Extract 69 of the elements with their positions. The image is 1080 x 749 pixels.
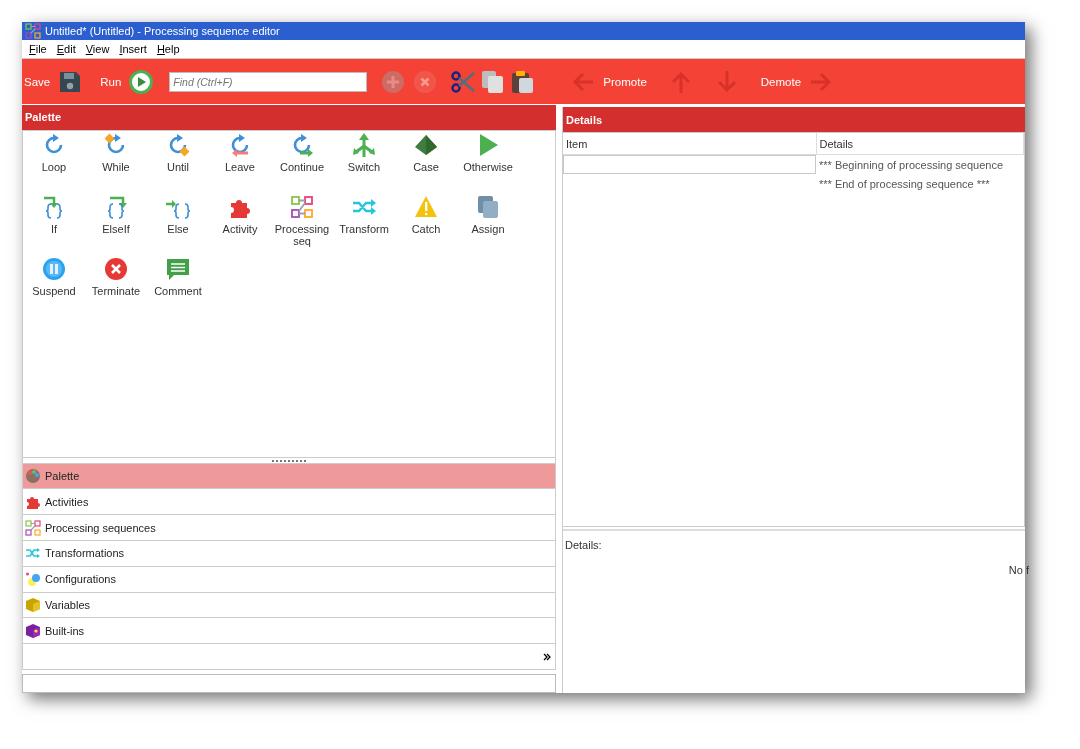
splitter-handle[interactable] [22,457,556,464]
menu-item[interactable]: View [80,43,115,55]
palette-item-label[interactable]: Activity [222,222,258,236]
scissors-icon [451,69,476,94]
play-circle-icon [129,69,154,94]
copy-icon [481,69,506,94]
find-field[interactable]: Find (Ctrl+F) [169,71,368,92]
palette-item-label[interactable]: Transform [339,222,389,236]
palette-item-label[interactable]: Case [413,160,439,174]
menu-item[interactable]: Help [151,43,185,55]
section-item[interactable]: Built-ins [22,618,556,645]
fork-arrows-icon [352,132,376,157]
double-chevron-icon [542,651,552,662]
scissors-button[interactable] [451,69,476,94]
pause-circle-icon [42,256,66,281]
copy-button[interactable] [481,69,506,94]
palette-item-label[interactable]: Otherwise [463,160,513,174]
column-header[interactable]: Details [816,133,1024,155]
palette-item-label[interactable]: Terminate [91,284,141,298]
overlapping-squares-icon [476,194,500,219]
cube-icon [25,597,41,614]
table-cell: *** Beginning of processing sequence [819,158,1004,171]
clipboard-icon [511,69,536,94]
palette-item-label[interactable]: Assign [471,222,505,236]
connected-squares-icon [25,23,41,39]
palette-item-label[interactable]: Leave [225,160,255,174]
palette-item-label[interactable]: Processing seq [271,222,333,249]
section-item[interactable]: Variables [22,592,556,619]
tree-row-cell[interactable] [563,154,816,174]
palette-item-label[interactable]: While [102,160,130,174]
palette-icon [25,467,41,484]
details-header: Details [563,107,1025,132]
palette-item-label[interactable]: Else [167,222,189,236]
close-circle-icon [413,69,438,94]
clipboard-button[interactable] [511,69,536,94]
palette-item-label[interactable]: Suspend [32,284,76,298]
menu-item[interactable]: File [24,43,52,55]
window-title: Untitled* (Untitled) - Processing sequence editor [45,25,280,37]
connected-squares-icon [290,194,314,219]
palette-item-label[interactable]: Until [167,160,189,174]
colored-dots-icon [25,571,41,588]
palette-item-label[interactable]: ElseIf [102,222,130,236]
palette-item-label[interactable]: Catch [411,222,441,236]
section-item[interactable]: Processing sequences [22,515,556,541]
status-message: No f [1008,564,1029,576]
details-label: Details: [565,539,603,551]
palette-item-label[interactable]: Comment [154,284,202,298]
column-header[interactable]: Item [563,133,816,155]
palette-header: Palette [22,105,556,130]
cube-icon [25,622,41,639]
section-item[interactable]: Palette [22,463,556,490]
section-item[interactable]: Configurations [22,566,556,593]
section-item[interactable]: Activities [22,489,556,516]
input-field[interactable] [22,674,556,693]
palette-item-label[interactable]: Continue [279,160,324,174]
section-item[interactable]: Transformations [22,541,556,567]
connected-squares-icon [25,519,41,536]
palette-item-label[interactable]: Loop [41,160,67,174]
menu-item[interactable]: Edit [51,43,81,55]
table-cell: *** End of processing sequence *** [819,177,990,190]
speech-bubble-icon [166,256,190,281]
palette-item-label[interactable]: Switch [347,160,381,174]
toolbar-button[interactable]: Run [100,69,154,94]
palette-item-label[interactable]: If [50,222,58,236]
close-circle-icon [104,256,128,281]
toolbar-button[interactable]: Save [24,69,83,94]
warning-triangle-icon [414,194,438,219]
menu-item[interactable]: Insert [114,43,152,55]
plus-circle-icon [381,69,406,94]
